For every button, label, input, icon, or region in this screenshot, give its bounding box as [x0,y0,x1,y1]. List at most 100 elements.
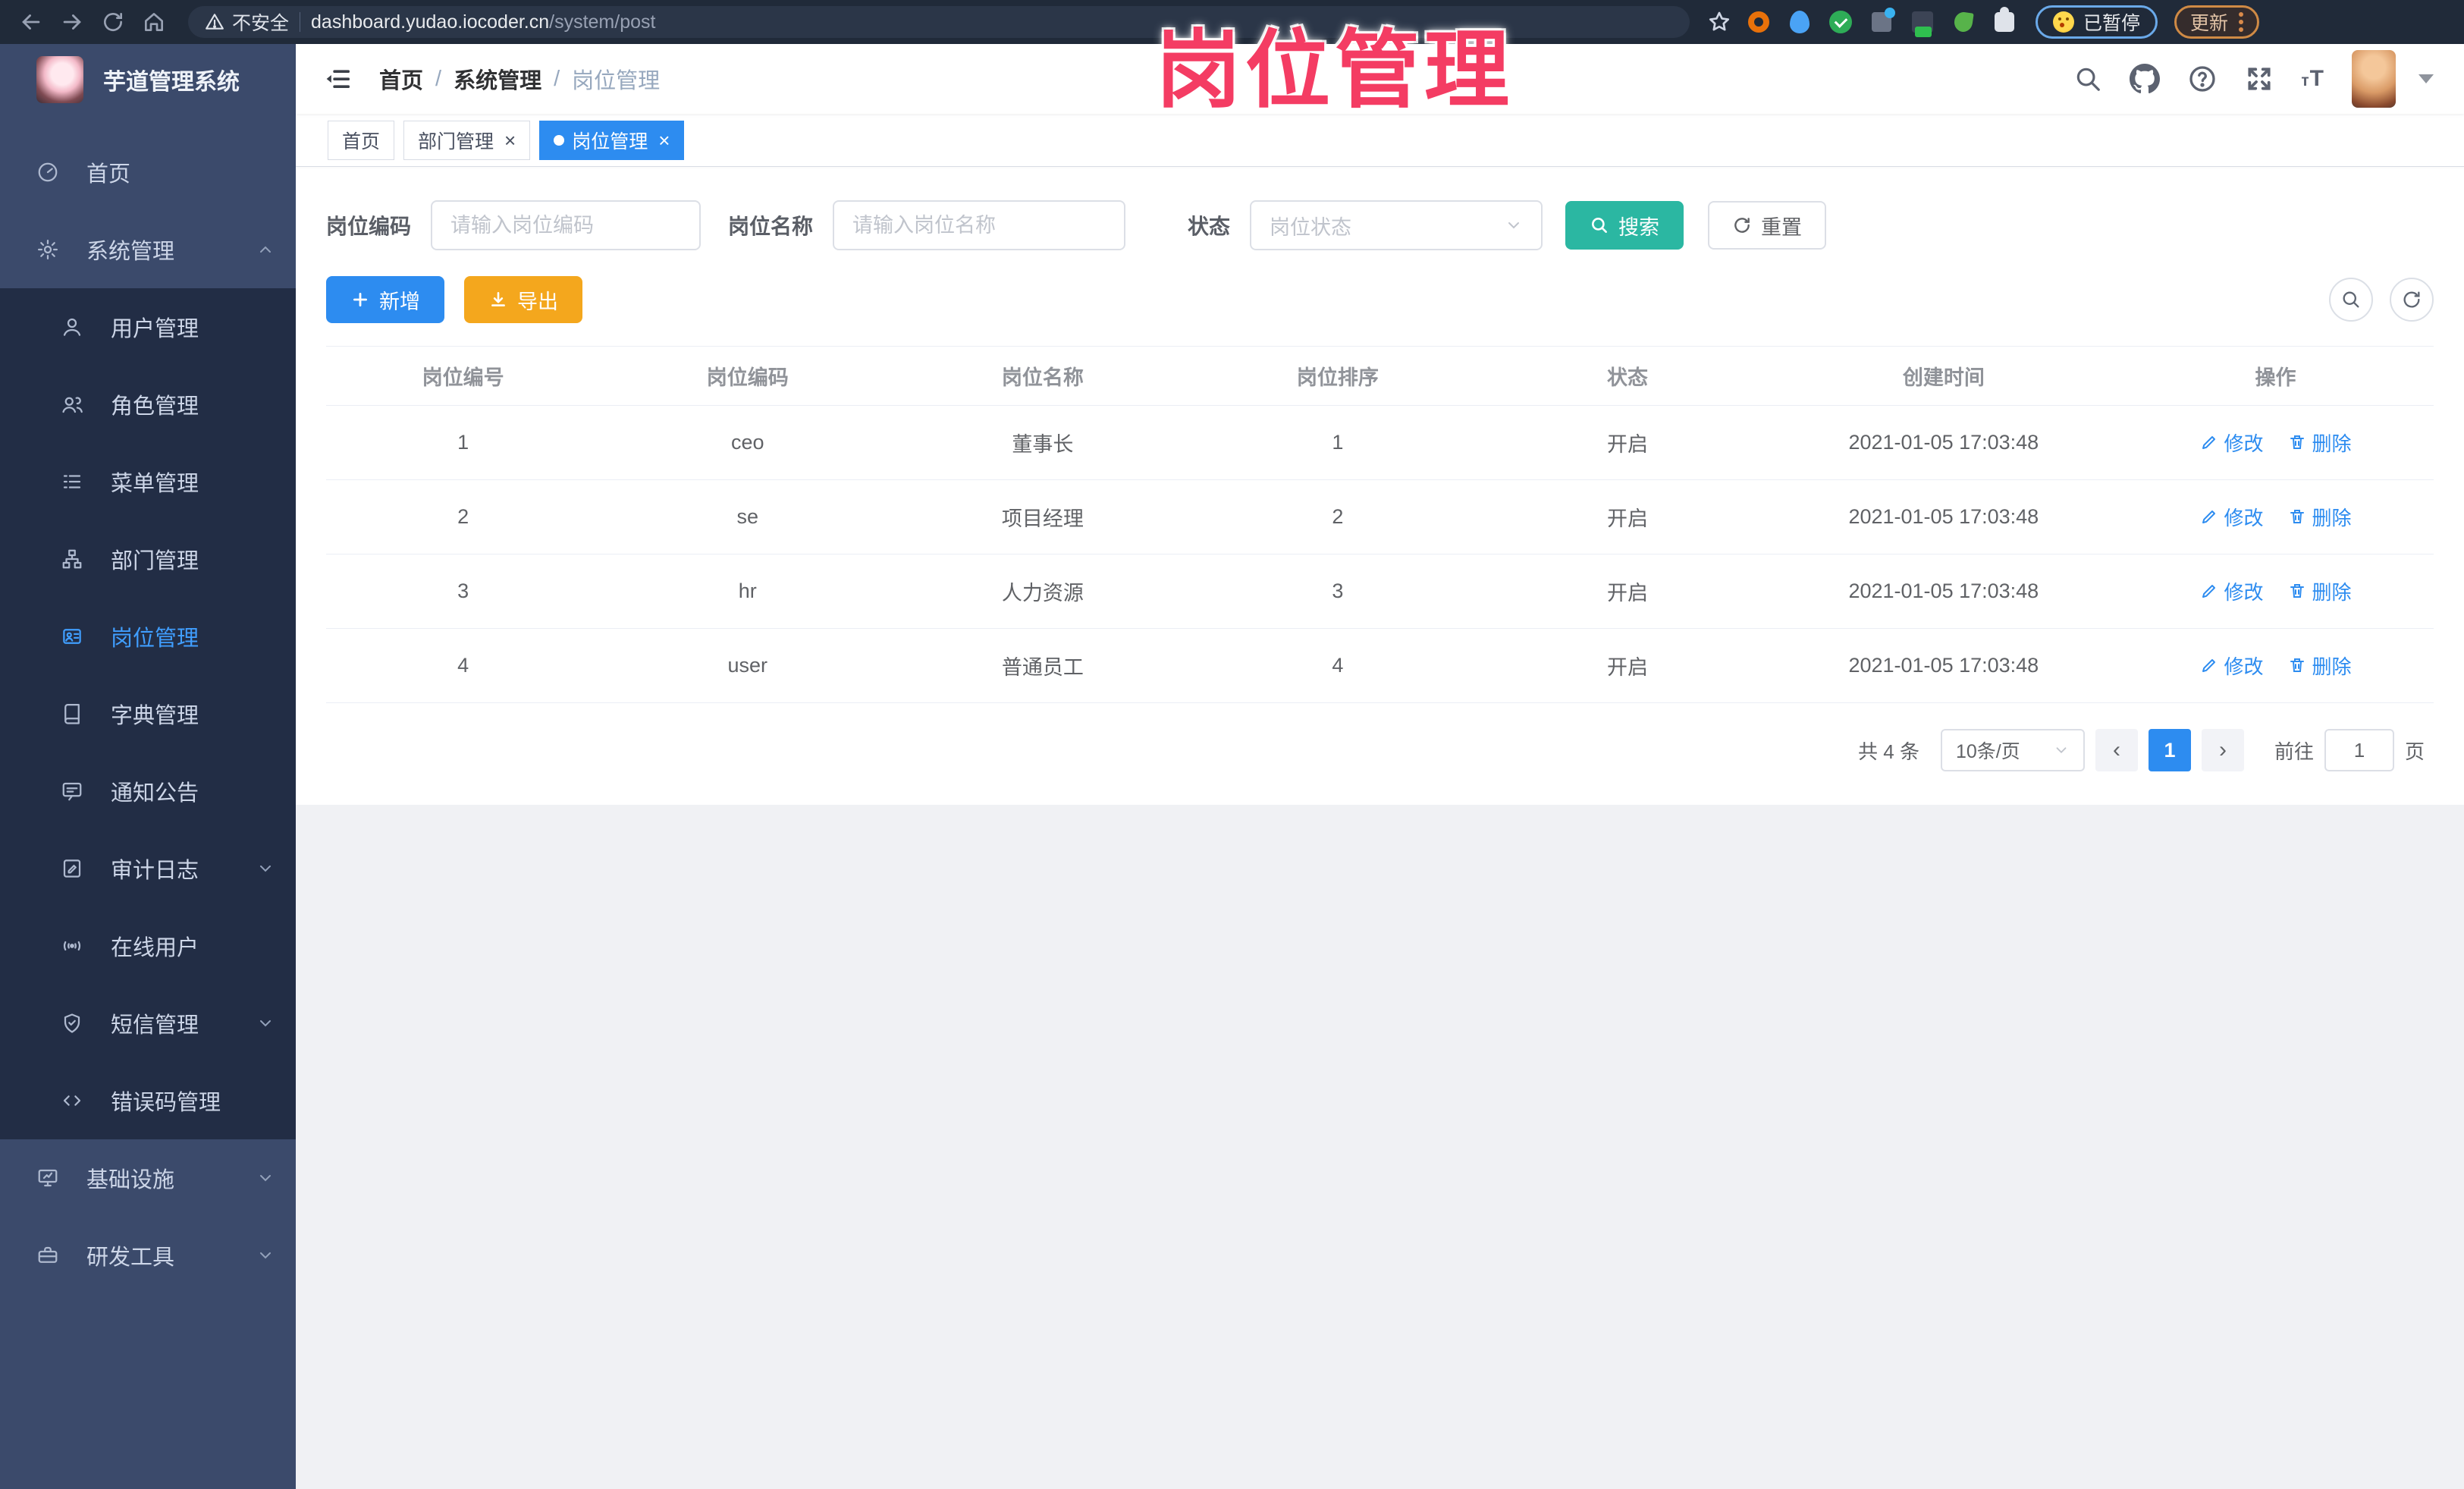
cell-actions: 修改 删除 [2117,405,2434,480]
delete-link[interactable]: 删除 [2288,577,2352,605]
fullscreen-icon[interactable] [2245,64,2274,93]
breadcrumb-home[interactable]: 首页 [379,63,423,95]
github-icon[interactable] [2130,64,2161,94]
tab-close-icon[interactable]: × [504,130,516,150]
delete-link[interactable]: 删除 [2288,503,2352,531]
sidebar-item-label: 通知公告 [111,781,199,806]
sidebar-item-label: 短信管理 [111,1013,199,1038]
sidebar-menu: 首页 系统管理 用户管理 角色管理 菜单管理 部门管理 岗位管理 字典管理 通知… [0,115,296,1489]
prev-page-button[interactable]: ‹ [2095,729,2138,771]
app-logo-row[interactable]: 芋道管理系统 [0,44,296,115]
extension-dual-icon[interactable] [1869,8,1895,35]
extension-check-icon[interactable] [1828,9,1853,35]
cell-post-code: hr [600,554,896,629]
edit-link[interactable]: 修改 [2200,503,2264,531]
sidebar-item-dict-mgmt[interactable]: 字典管理 [0,675,296,752]
chevron-up-icon [256,240,275,259]
page-size-value: 10条/页 [1955,741,2020,762]
avatar-caret-icon[interactable] [2418,74,2434,83]
extension-pin-icon[interactable] [1787,9,1813,35]
sidebar-item-audit-log[interactable]: 审计日志 [0,830,296,907]
add-button[interactable]: 新增 [326,276,444,323]
security-warning[interactable]: 不安全 [205,8,289,36]
sidebar-item-label: 在线用户 [111,936,199,960]
post-code-input[interactable] [431,200,702,250]
sidebar-item-home[interactable]: 首页 [0,134,296,211]
column-header: 操作 [2117,346,2434,406]
sidebar-item-error-code[interactable]: 错误码管理 [0,1062,296,1139]
export-button[interactable]: 导出 [464,276,582,323]
home-icon[interactable] [137,5,171,39]
page-url[interactable]: dashboard.yudao.iocoder.cn/system/post [311,11,655,33]
tab-post-mgmt[interactable]: 岗位管理 × [539,120,685,160]
table-row[interactable]: 2 se 项目经理 2 开启 2021-01-05 17:03:48 修改 删除 [326,479,2434,554]
reset-button[interactable]: 重置 [1708,201,1827,250]
sidebar-item-devtools[interactable]: 研发工具 [0,1217,296,1294]
extension-gtm-icon[interactable] [1910,9,1935,37]
back-icon[interactable] [14,5,49,39]
sidebar-item-user-mgmt[interactable]: 用户管理 [0,288,296,366]
search-button[interactable]: 搜索 [1565,201,1684,250]
update-button[interactable]: 更新 [2174,5,2260,39]
sidebar-item-sms-mgmt[interactable]: 短信管理 [0,985,296,1062]
breadcrumb-separator: / [435,66,442,91]
error-code-icon [59,1089,85,1112]
next-page-button[interactable]: › [2201,729,2244,771]
warning-triangle-icon [206,14,224,30]
table-header-row: 岗位编号 岗位编码 岗位名称 岗位排序 状态 创建时间 操作 [326,346,2434,406]
table-row[interactable]: 4 user 普通员工 4 开启 2021-01-05 17:03:48 修改删… [326,628,2434,703]
sidebar-item-system-mgmt[interactable]: 系统管理 [0,211,296,288]
refresh-icon [2403,291,2420,308]
tab-dept-mgmt[interactable]: 部门管理 × [403,120,531,160]
extension-puzzle-icon[interactable] [1992,7,2017,35]
cell-post-code: user [600,628,896,703]
font-size-icon[interactable]: тT [2301,66,2324,92]
column-header: 状态 [1485,346,1770,406]
page-unit-label: 页 [2404,740,2425,763]
sidebar-item-post-mgmt[interactable]: 岗位管理 [0,598,296,675]
table-row[interactable]: 1 ceo 董事长 1 开启 2021-01-05 17:03:48 修改 删除 [326,405,2434,480]
table-row[interactable]: 3 hr 人力资源 3 开启 2021-01-05 17:03:48 修改 删除 [326,554,2434,629]
extension-orange-icon[interactable] [1746,9,1772,35]
user-avatar[interactable] [2352,50,2396,108]
sidebar-item-online-users[interactable]: 在线用户 [0,907,296,985]
delete-link[interactable]: 删除 [2288,429,2352,457]
extension-sprout-icon[interactable] [1951,9,1976,35]
sidebar-item-label: 审计日志 [111,859,199,883]
refresh-table-button[interactable] [2390,278,2434,322]
tab-home[interactable]: 首页 [328,120,395,160]
edit-link[interactable]: 修改 [2200,652,2264,680]
user-icon [59,316,85,338]
address-bar[interactable]: 不安全 dashboard.yudao.iocoder.cn/system/po… [188,6,1690,38]
forward-icon[interactable] [55,5,89,39]
bookmark-star-icon[interactable] [1706,9,1732,35]
page-1-button[interactable]: 1 [2148,729,2191,771]
kebab-menu-icon[interactable] [2239,20,2244,24]
pagination-total: 共 4 条 [1858,740,1919,763]
status-select[interactable]: 岗位状态 [1250,200,1543,250]
hide-search-button[interactable] [2329,278,2373,322]
cell-post-id: 3 [326,554,601,629]
reload-icon[interactable] [96,5,130,39]
sidebar-item-role-mgmt[interactable]: 角色管理 [0,366,296,443]
edit-link[interactable]: 修改 [2200,429,2264,457]
delete-link[interactable]: 删除 [2288,652,2352,680]
breadcrumb-system[interactable]: 系统管理 [454,63,541,95]
sidebar-collapse-icon[interactable] [319,59,358,99]
goto-page-input[interactable] [2324,729,2394,771]
sidebar-item-dept-mgmt[interactable]: 部门管理 [0,520,296,598]
search-icon[interactable] [2073,64,2102,93]
sidebar-item-label: 部门管理 [111,549,199,573]
cell-post-code: ceo [600,405,896,480]
paused-badge[interactable]: 已暂停 [2036,5,2158,39]
help-icon[interactable] [2187,64,2218,94]
sidebar-item-notice[interactable]: 通知公告 [0,752,296,830]
tab-close-icon[interactable]: × [658,130,670,150]
sidebar-item-menu-mgmt[interactable]: 菜单管理 [0,443,296,520]
sidebar-item-infrastructure[interactable]: 基础设施 [0,1139,296,1217]
post-name-input[interactable] [833,200,1126,250]
page-size-select[interactable]: 10条/页 [1940,729,2085,771]
edit-link[interactable]: 修改 [2200,577,2264,605]
breadcrumb-separator: / [554,66,560,91]
reset-button-label: 重置 [1761,215,1803,239]
